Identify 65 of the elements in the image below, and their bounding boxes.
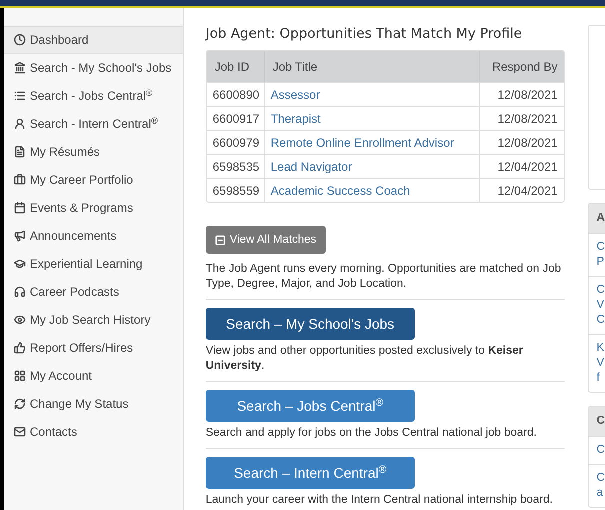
column-header: Job ID <box>206 51 265 82</box>
sidebar-item[interactable]: Search - My School's Jobs <box>4 54 183 82</box>
list-icon <box>14 90 26 102</box>
briefcase-icon <box>14 174 26 186</box>
sidebar-item[interactable]: My Job Search History <box>4 306 183 334</box>
column-header: Respond By <box>491 58 559 76</box>
table-cell-text: 12/04/2021 <box>496 158 559 176</box>
calendar-icon <box>14 202 26 214</box>
panel-header: C <box>588 407 605 436</box>
sidebar-item[interactable]: Experiential Learning <box>4 250 183 278</box>
sidebar-item[interactable]: My Career Portfolio <box>4 166 183 194</box>
view-all-button[interactable]: View All Matches <box>206 226 326 254</box>
thumbs-up-icon <box>14 342 26 354</box>
table-cell-text: 12/08/2021 <box>496 134 559 152</box>
table-cell: 6598559 <box>206 179 265 202</box>
table-cell: 6598535 <box>206 155 265 178</box>
mail-icon <box>14 426 26 438</box>
sidebar-item[interactable]: Search - Jobs Central$^{®}$ <box>4 82 183 110</box>
panel-row: C a <box>588 464 605 507</box>
search-button[interactable]: Search – Intern Central$^{®}$ <box>206 457 415 490</box>
headphones-icon <box>14 286 26 298</box>
person-icon <box>14 118 26 130</box>
table-cell-text: 12/08/2021 <box>496 110 559 128</box>
search-description: View jobs and other opportunities posted exclusively to Keiser University. <box>206 344 524 374</box>
panel-row: K V f <box>588 334 605 392</box>
job-title-link[interactable]: Remote Online Enrollment Advisor <box>264 131 480 154</box>
panel-header: A <box>588 204 605 233</box>
sidebar-item[interactable]: My Résumés <box>4 138 183 166</box>
table-cell: 6600890 <box>206 83 265 106</box>
eye-icon <box>14 314 26 326</box>
sidebar-item[interactable]: Events & Programs <box>4 194 183 222</box>
job-agent-note: The Job Agent runs every morning. Opportunities are matched on Job Type, Degree, Major, and Job Location. <box>206 262 565 300</box>
graduation-cap-icon <box>14 258 26 270</box>
search-description: Launch your career with the Intern Central national internship board. <box>206 493 554 508</box>
column-header: Job Title <box>264 51 480 82</box>
job-title-link[interactable]: Therapist <box>264 107 480 130</box>
job-title-link[interactable]: Lead Navigator <box>264 155 480 178</box>
sidebar-item[interactable]: Announcements <box>4 222 183 250</box>
search-button[interactable]: Search – Jobs Central$^{®}$ <box>206 390 415 422</box>
table-cell-text: 12/04/2021 <box>496 182 559 200</box>
section-title: Job Agent: Opportunities That Match My Profile <box>206 25 524 44</box>
panel-row: C P <box>588 233 605 276</box>
table-cell: 6600917 <box>206 107 265 130</box>
job-title-link[interactable]: Assessor <box>264 83 480 106</box>
bank-icon <box>14 62 26 74</box>
clock-icon <box>14 34 26 46</box>
search-description: Search and apply for jobs on the Jobs Central national job board. <box>206 426 538 442</box>
grid-icon <box>14 370 26 382</box>
sidebar-item[interactable]: Change My Status <box>4 390 183 418</box>
sidebar-item[interactable]: Search - Intern Central$^{®}$ <box>4 110 183 138</box>
table-cell: 6600979 <box>206 131 265 154</box>
panel-row: C <box>588 436 605 464</box>
job-title-link[interactable]: Academic Success Coach <box>264 179 480 202</box>
refresh-icon <box>14 398 26 410</box>
sidebar-item[interactable]: Dashboard <box>4 26 183 54</box>
sidebar-item[interactable]: My Account <box>4 362 183 390</box>
collapse-icon <box>214 234 226 246</box>
sidebar-item[interactable]: Report Offers/Hires <box>4 334 183 362</box>
document-icon <box>14 146 26 158</box>
panel-row: C V C <box>588 276 605 334</box>
megaphone-icon <box>14 230 26 242</box>
sidebar-item[interactable]: Contacts <box>4 418 183 446</box>
search-button[interactable]: Search – My School's Jobs <box>206 308 415 340</box>
table-cell-text: 12/08/2021 <box>496 86 559 104</box>
sidebar-item[interactable]: Career Podcasts <box>4 278 183 306</box>
